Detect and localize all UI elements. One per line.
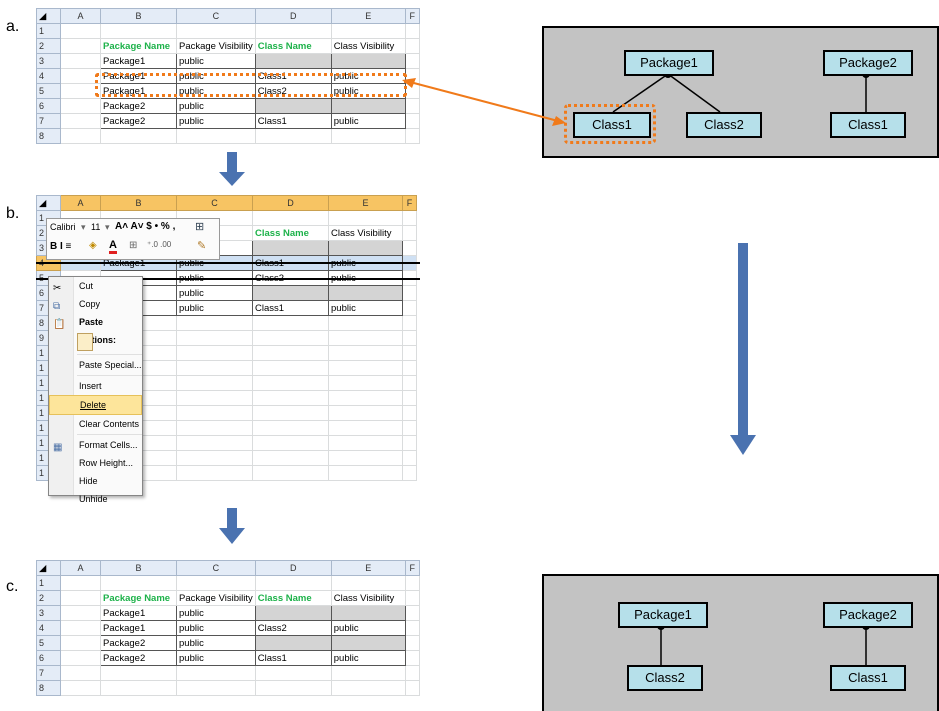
uml-node-package2: Package2 — [823, 602, 913, 628]
uml-node-package1: Package1 — [618, 602, 708, 628]
uml-connectors-bottom — [657, 622, 870, 665]
uml-node-class1: Class1 — [830, 665, 906, 691]
uml-node-class2: Class2 — [627, 665, 703, 691]
